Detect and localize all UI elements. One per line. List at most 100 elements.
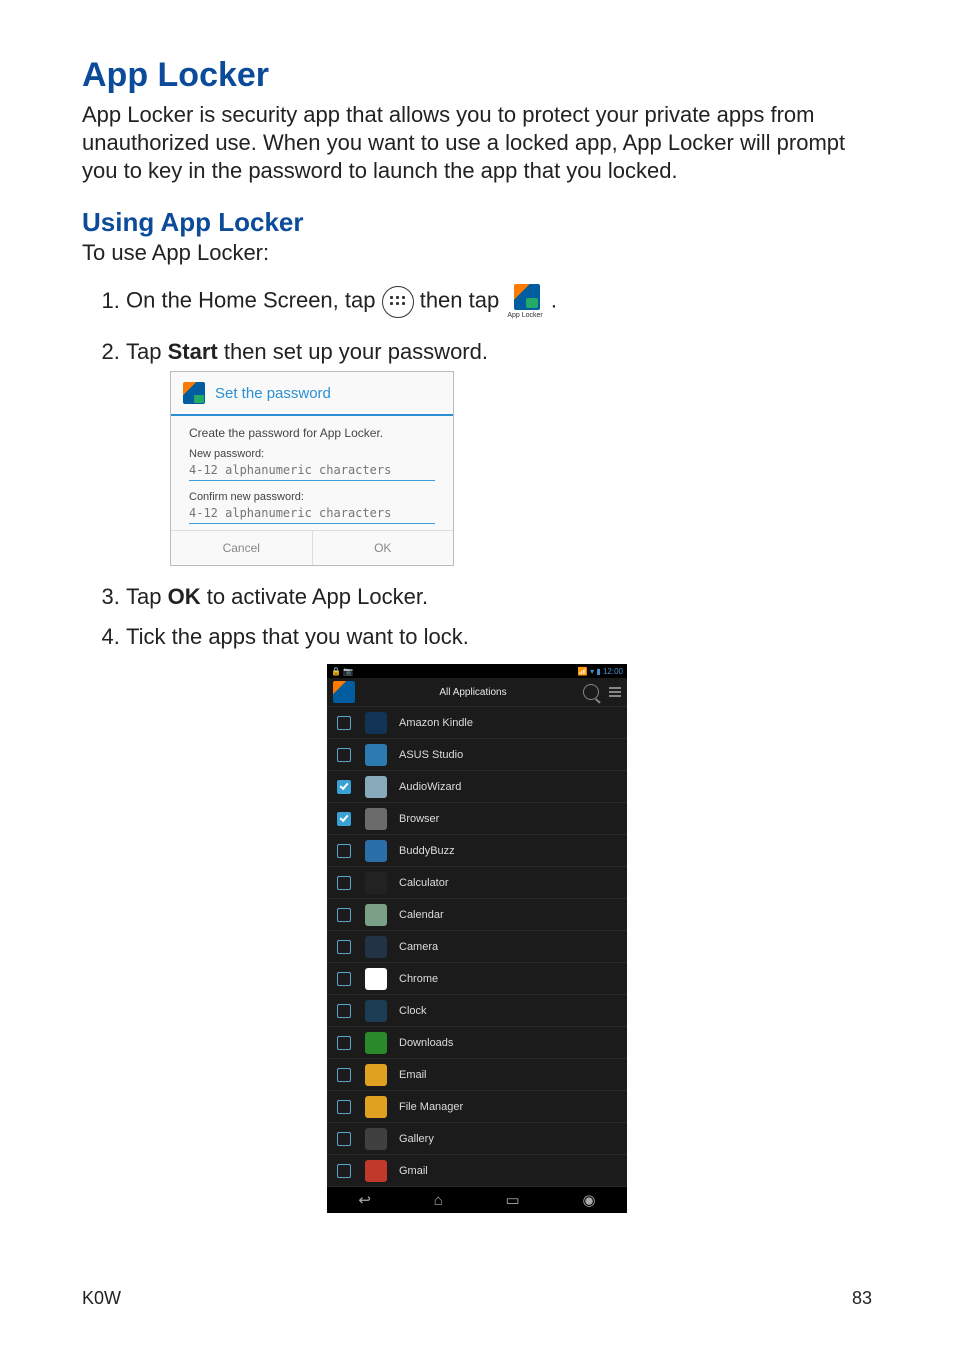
page-heading: App Locker: [82, 56, 872, 95]
app-checkbox[interactable]: [337, 1004, 351, 1018]
app-label: Camera: [399, 941, 438, 953]
status-signal-icon: 📶 ▾ ▮: [578, 667, 601, 676]
app-label: Gmail: [399, 1165, 428, 1177]
app-row[interactable]: Calculator: [327, 867, 627, 899]
app-icon: [365, 1064, 387, 1086]
ok-button[interactable]: OK: [313, 531, 454, 565]
cancel-button[interactable]: Cancel: [171, 531, 313, 565]
footer-left: K0W: [82, 1288, 121, 1309]
app-checkbox[interactable]: [337, 780, 351, 794]
app-icon: [365, 808, 387, 830]
app-icon: [365, 712, 387, 734]
step1-text-a: On the Home Screen, tap: [126, 288, 382, 313]
app-icon: [365, 1096, 387, 1118]
app-checkbox[interactable]: [337, 1036, 351, 1050]
app-label: Calendar: [399, 909, 444, 921]
app-checkbox[interactable]: [337, 716, 351, 730]
app-row[interactable]: Gallery: [327, 1123, 627, 1155]
app-locker-icon: App Locker: [507, 284, 542, 319]
step-2: Tap Start then set up your password. Set…: [126, 339, 872, 566]
app-icon: [365, 1032, 387, 1054]
app-icon: [365, 968, 387, 990]
app-label: Amazon Kindle: [399, 717, 473, 729]
status-time: 12:00: [603, 667, 623, 676]
new-password-input[interactable]: [189, 460, 435, 481]
password-dialog: Set the password Create the password for…: [170, 371, 454, 566]
app-row[interactable]: Clock: [327, 995, 627, 1027]
app-icon: [365, 936, 387, 958]
step1-text-b: then tap: [420, 288, 506, 313]
back-icon[interactable]: ↩: [358, 1191, 371, 1209]
app-checkbox[interactable]: [337, 1068, 351, 1082]
app-checkbox[interactable]: [337, 908, 351, 922]
status-bar: 🔒 📷 📶 ▾ ▮ 12:00: [327, 664, 627, 678]
step3-bold: OK: [168, 584, 201, 609]
confirm-password-input[interactable]: [189, 503, 435, 524]
app-locker-tab-icon: [333, 681, 355, 703]
app-label: Chrome: [399, 973, 438, 985]
new-password-label: New password:: [189, 448, 435, 460]
app-checkbox[interactable]: [337, 1132, 351, 1146]
home-icon[interactable]: ⌂: [434, 1192, 443, 1209]
phone-nav-bar: ↩ ⌂ ▭ ◉: [327, 1187, 627, 1213]
camera-nav-icon[interactable]: ◉: [583, 1191, 596, 1209]
app-checkbox[interactable]: [337, 972, 351, 986]
confirm-password-label: Confirm new password:: [189, 491, 435, 503]
app-icon: [365, 776, 387, 798]
step-1: On the Home Screen, tap then tap App Loc…: [126, 284, 872, 319]
lock-icon: [183, 382, 205, 404]
app-label: BuddyBuzz: [399, 845, 455, 857]
step1-text-c: .: [551, 288, 557, 313]
step3-text-b: to activate App Locker.: [201, 584, 428, 609]
app-icon: [365, 1160, 387, 1182]
app-checkbox[interactable]: [337, 748, 351, 762]
app-row[interactable]: File Manager: [327, 1091, 627, 1123]
app-row[interactable]: Chrome: [327, 963, 627, 995]
dialog-title: Set the password: [215, 385, 331, 402]
app-row[interactable]: Camera: [327, 931, 627, 963]
app-checkbox[interactable]: [337, 844, 351, 858]
app-label: Downloads: [399, 1037, 453, 1049]
footer-right: 83: [852, 1288, 872, 1309]
recent-icon[interactable]: ▭: [506, 1191, 520, 1209]
step-3: Tap OK to activate App Locker.: [126, 584, 872, 610]
app-checkbox[interactable]: [337, 1100, 351, 1114]
app-checkbox[interactable]: [337, 940, 351, 954]
step-4: Tick the apps that you want to lock.: [126, 624, 872, 650]
app-label: Calculator: [399, 877, 449, 889]
app-row[interactable]: Browser: [327, 803, 627, 835]
step2-bold: Start: [168, 339, 218, 364]
app-label: AudioWizard: [399, 781, 461, 793]
app-row[interactable]: Amazon Kindle: [327, 707, 627, 739]
app-icon: [365, 840, 387, 862]
app-row[interactable]: BuddyBuzz: [327, 835, 627, 867]
tab-title: All Applications: [363, 687, 583, 698]
app-row[interactable]: Downloads: [327, 1027, 627, 1059]
app-icon: [365, 1000, 387, 1022]
dialog-instruction: Create the password for App Locker.: [189, 426, 435, 440]
lead-text: To use App Locker:: [82, 240, 872, 266]
search-icon[interactable]: [583, 684, 599, 700]
app-label: Clock: [399, 1005, 427, 1017]
app-row[interactable]: Email: [327, 1059, 627, 1091]
menu-icon[interactable]: [605, 687, 621, 697]
app-label: File Manager: [399, 1101, 463, 1113]
subheading: Using App Locker: [82, 207, 872, 238]
status-left-icons: 🔒 📷: [331, 667, 353, 676]
app-checkbox[interactable]: [337, 876, 351, 890]
app-row[interactable]: AudioWizard: [327, 771, 627, 803]
app-label: Email: [399, 1069, 427, 1081]
app-checkbox[interactable]: [337, 1164, 351, 1178]
apps-grid-icon: [382, 286, 414, 318]
step3-text-a: Tap: [126, 584, 168, 609]
app-label: Gallery: [399, 1133, 434, 1145]
app-checkbox[interactable]: [337, 812, 351, 826]
app-row[interactable]: Calendar: [327, 899, 627, 931]
app-locker-label: App Locker: [507, 312, 542, 319]
app-icon: [365, 872, 387, 894]
app-icon: [365, 1128, 387, 1150]
app-row[interactable]: Gmail: [327, 1155, 627, 1187]
app-row[interactable]: ASUS Studio: [327, 739, 627, 771]
app-label: Browser: [399, 813, 439, 825]
app-icon: [365, 904, 387, 926]
